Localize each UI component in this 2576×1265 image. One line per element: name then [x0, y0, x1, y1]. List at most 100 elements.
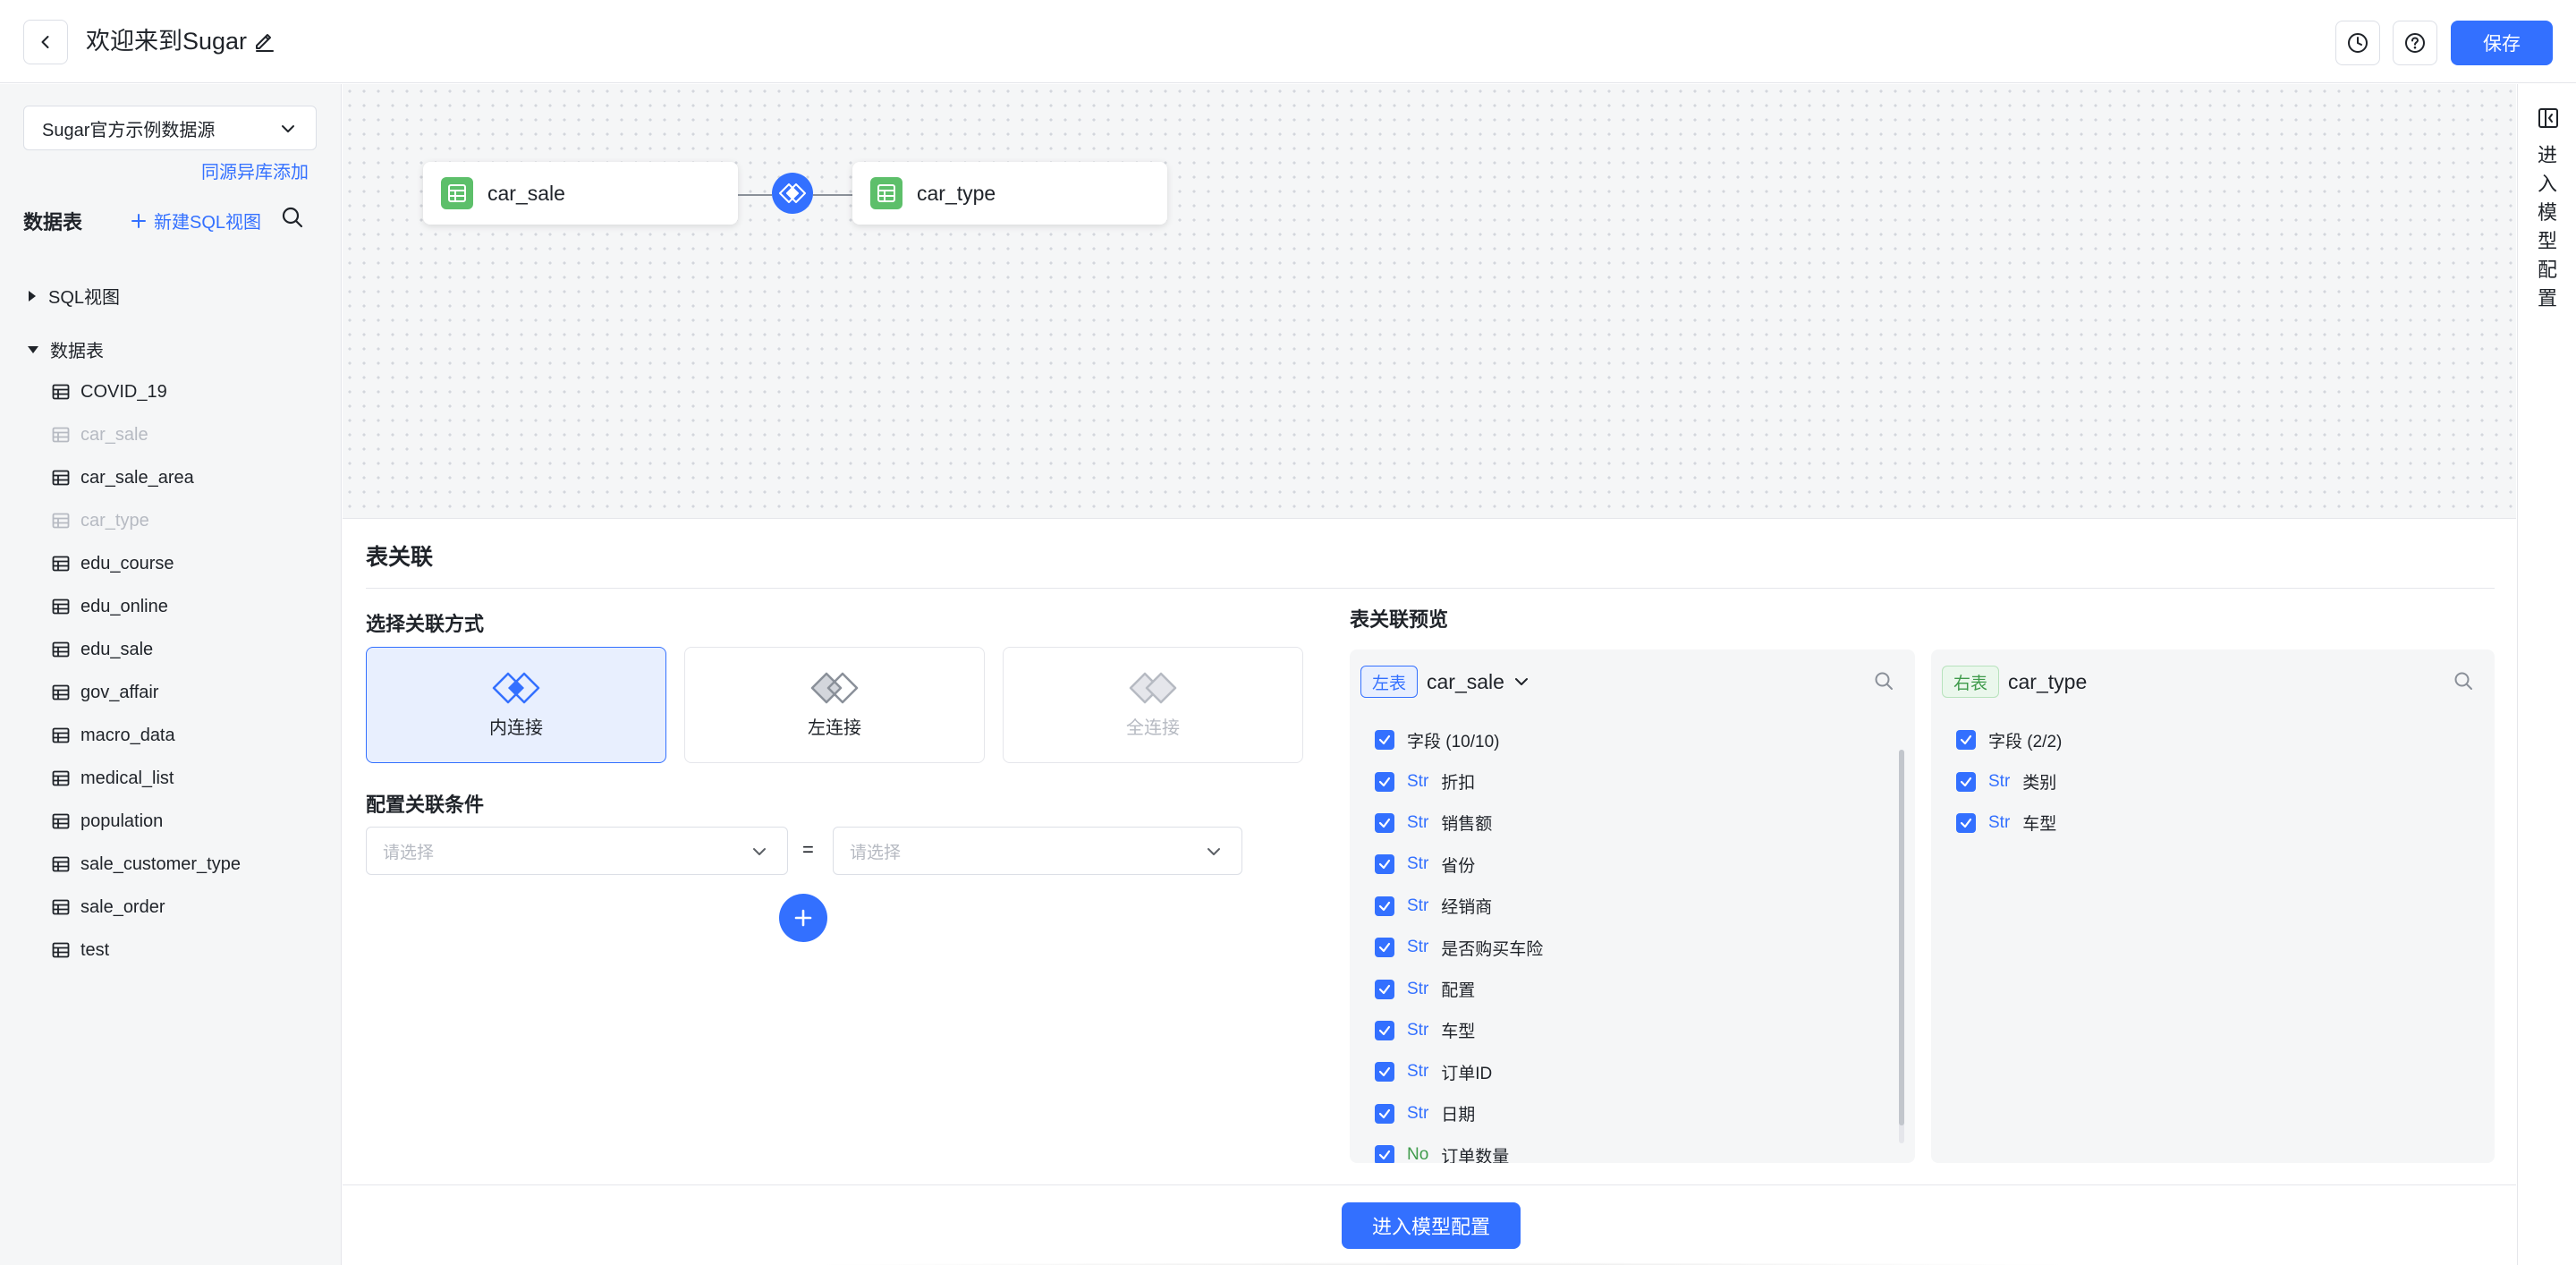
- sidebar-search-button[interactable]: [281, 206, 304, 229]
- check-icon: [1378, 777, 1391, 786]
- enter-model-config-button[interactable]: 进入模型配置: [1342, 1202, 1521, 1249]
- sidebar-table-item[interactable]: COVID_19: [52, 370, 241, 413]
- left-preview-search[interactable]: [1874, 671, 1894, 691]
- chevron-down-icon: [1208, 848, 1220, 855]
- join-link-button[interactable]: [772, 173, 813, 214]
- sidebar-table-label: medical_list: [80, 768, 174, 788]
- checkbox[interactable]: [1375, 1062, 1394, 1082]
- checkbox[interactable]: [1375, 1103, 1394, 1124]
- left-field-row[interactable]: Str 省份: [1375, 844, 1543, 885]
- checkbox[interactable]: [1375, 771, 1394, 792]
- checkbox[interactable]: [1375, 1020, 1394, 1040]
- datasource-select[interactable]: Sugar官方示例数据源: [23, 106, 317, 150]
- left-table-name[interactable]: car_sale: [1427, 670, 1504, 694]
- group-sql-view[interactable]: SQL视图: [27, 283, 120, 309]
- sidebar-table-item[interactable]: car_sale_area: [52, 456, 241, 499]
- help-button[interactable]: [2393, 21, 2437, 65]
- checkbox[interactable]: [1375, 938, 1394, 958]
- search-icon: [282, 207, 303, 228]
- right-table-name: car_type: [2008, 669, 2088, 693]
- left-field-row[interactable]: Str 经销商: [1375, 886, 1543, 927]
- sidebar-table-item[interactable]: population: [52, 800, 241, 843]
- checkbox[interactable]: [1956, 771, 1976, 792]
- inner-join-icon: [779, 183, 806, 203]
- left-field-row[interactable]: Str 日期: [1375, 1093, 1543, 1134]
- sidebar-table-item[interactable]: sale_customer_type: [52, 843, 241, 886]
- sidebar-table-item[interactable]: edu_online: [52, 585, 241, 628]
- join-type-inner[interactable]: 内连接: [366, 647, 666, 763]
- edit-title-icon[interactable]: [252, 28, 277, 53]
- divider: [366, 588, 2495, 589]
- same-source-add-link[interactable]: 同源异库添加: [201, 157, 309, 183]
- table-icon: [52, 942, 70, 958]
- join-type-full[interactable]: 全连接: [1003, 647, 1303, 763]
- left-field-row[interactable]: Str 是否购买车险: [1375, 927, 1543, 968]
- left-field-row[interactable]: Str 订单ID: [1375, 1051, 1543, 1092]
- sidebar-table-item[interactable]: car_sale: [52, 413, 241, 456]
- checkbox[interactable]: [1375, 1145, 1394, 1163]
- left-field-placeholder: 请选择: [383, 843, 435, 862]
- right-field-row[interactable]: Str 车型: [1956, 802, 2062, 844]
- back-button[interactable]: [23, 20, 68, 64]
- sidebar-table-item[interactable]: car_type: [52, 499, 241, 542]
- canvas-node-left[interactable]: car_sale: [423, 162, 738, 225]
- table-icon: [52, 856, 70, 872]
- expand-panel-icon[interactable]: [2538, 107, 2559, 129]
- sidebar-table-item[interactable]: edu_course: [52, 542, 241, 585]
- checkbox[interactable]: [1375, 812, 1394, 833]
- right-table-tag: 右表: [1942, 666, 2000, 698]
- left-field-row[interactable]: Str 销售额: [1375, 802, 1543, 844]
- sidebar-table-label: sale_customer_type: [80, 853, 241, 874]
- chevron-down-icon[interactable]: [1513, 674, 1530, 690]
- right-field-row[interactable]: Str 类别: [1956, 760, 2062, 802]
- left-field-summary-row[interactable]: 字段 (10/10): [1375, 719, 1543, 760]
- field-type-badge: Str: [1407, 1103, 1429, 1123]
- history-button[interactable]: [2335, 21, 2380, 65]
- add-condition-button[interactable]: [779, 894, 827, 942]
- left-field-select[interactable]: 请选择: [366, 827, 788, 875]
- join-type-left[interactable]: 左连接: [684, 647, 985, 763]
- checkbox[interactable]: [1956, 812, 1976, 833]
- canvas-node-right[interactable]: car_type: [852, 162, 1167, 225]
- sidebar-table-item[interactable]: test: [52, 929, 241, 972]
- checkbox[interactable]: [1956, 730, 1976, 751]
- new-sql-view-label: 新建SQL视图: [154, 213, 262, 233]
- table-icon: [52, 813, 70, 829]
- right-field-select[interactable]: 请选择: [833, 827, 1242, 875]
- right-field-summary-row[interactable]: 字段 (2/2): [1956, 719, 2062, 760]
- right-preview-search[interactable]: [2453, 671, 2473, 691]
- check-icon: [1378, 1067, 1391, 1077]
- search-icon: [1875, 672, 1893, 690]
- sidebar-table-item[interactable]: gov_affair: [52, 671, 241, 714]
- page-title: 欢迎来到Sugar: [86, 28, 248, 55]
- tables-heading: 数据表: [23, 211, 83, 233]
- checkbox[interactable]: [1375, 730, 1394, 751]
- sidebar-table-item[interactable]: sale_order: [52, 886, 241, 929]
- left-field-row[interactable]: Str 配置: [1375, 968, 1543, 1009]
- sidebar-table-item[interactable]: macro_data: [52, 714, 241, 757]
- field-type-badge: Str: [1407, 1062, 1429, 1082]
- save-button[interactable]: 保存: [2451, 21, 2553, 65]
- group-tables[interactable]: 数据表: [27, 336, 104, 362]
- checkbox[interactable]: [1375, 896, 1394, 916]
- left-table-preview: 左表 car_sale 字段 (10/10) Str 折扣 Str 销售额 Str 省份 S…: [1350, 649, 1915, 1163]
- enter-model-config-vertical[interactable]: 进入模型配置: [2538, 141, 2559, 313]
- scrollbar-thumb[interactable]: [1899, 750, 1904, 1125]
- canvas-node-left-label: car_sale: [487, 181, 565, 205]
- left-field-row[interactable]: Str 车型: [1375, 1010, 1543, 1051]
- sidebar-table-item[interactable]: edu_sale: [52, 628, 241, 671]
- table-icon: [52, 513, 70, 529]
- left-field-row[interactable]: No 订单数量: [1375, 1134, 1543, 1163]
- sidebar-table-item[interactable]: medical_list: [52, 757, 241, 800]
- check-icon: [1378, 860, 1391, 870]
- new-sql-view-button[interactable]: 新建SQL视图: [131, 208, 261, 233]
- left-field-row[interactable]: Str 折扣: [1375, 760, 1543, 802]
- checkbox[interactable]: [1375, 854, 1394, 875]
- checkbox[interactable]: [1375, 979, 1394, 999]
- table-list: COVID_19 car_sale car_sale_area car_type edu…: [52, 370, 241, 972]
- question-icon: [2405, 33, 2425, 53]
- chevron-down-icon: [282, 125, 294, 132]
- relation-canvas[interactable]: car_sale car_type: [343, 84, 2516, 519]
- field-type-badge: Str: [1988, 771, 2011, 791]
- sidebar-table-label: COVID_19: [80, 381, 167, 402]
